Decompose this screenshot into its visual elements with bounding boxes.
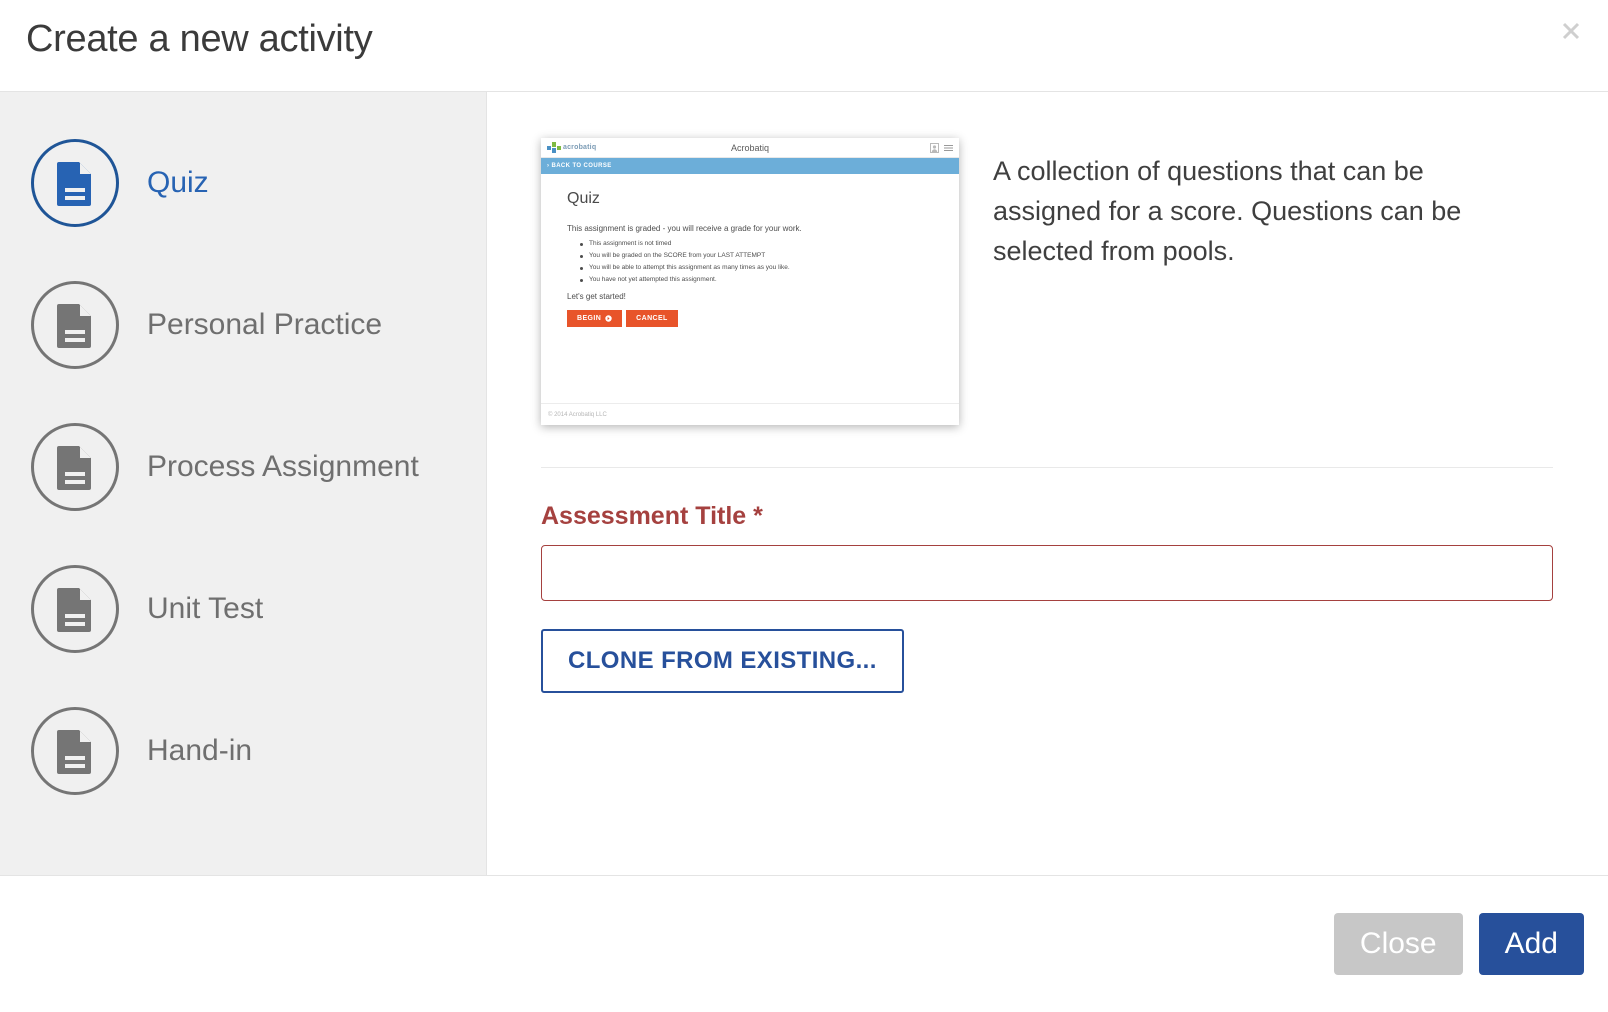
preview-and-description-row: acrobatiq Acrobatiq › BACK TO COURSE Qui… [541,138,1553,425]
arrow-circle-icon [605,315,612,322]
list-item: You will be graded on the SCORE from you… [580,252,933,259]
clone-from-existing-button[interactable]: CLONE FROM EXISTING... [541,629,904,693]
activity-detail-pane: acrobatiq Acrobatiq › BACK TO COURSE Qui… [487,92,1608,875]
document-icon [31,423,119,511]
assessment-title-label: Assessment Title * [541,502,1553,531]
sidebar-item-process-assignment[interactable]: Process Assignment [0,396,486,538]
preview-topbar-icons [930,142,953,153]
modal-body: Quiz Personal Practice Process Assignmen… [0,92,1608,876]
preview-lets-get-started: Let's get started! [567,292,626,301]
hamburger-menu-icon [944,144,953,152]
preview-footer: © 2014 Acrobatiq LLC [541,403,959,425]
preview-back-to-course-bar[interactable]: › BACK TO COURSE [541,158,959,174]
list-item: This assignment is not timed [580,240,933,247]
preview-bullet-list: This assignment is not timed You will be… [567,240,933,283]
sidebar-item-quiz[interactable]: Quiz [0,112,486,254]
activity-type-sidebar: Quiz Personal Practice Process Assignmen… [0,92,487,875]
sidebar-item-label: Personal Practice [147,308,383,341]
create-activity-modal: Create a new activity Quiz Personal Prac… [0,0,1608,1012]
preview-content: Quiz This assignment is graded - you wil… [541,174,959,327]
sidebar-item-personal-practice[interactable]: Personal Practice [0,254,486,396]
activity-preview-thumbnail: acrobatiq Acrobatiq › BACK TO COURSE Qui… [541,138,959,425]
document-icon [31,565,119,653]
sidebar-item-label: Unit Test [147,592,264,625]
close-button[interactable]: Close [1333,913,1463,975]
required-asterisk: * [753,502,763,530]
document-icon [31,707,119,795]
preview-begin-label: BEGIN [577,315,602,322]
page-title: Create a new activity [26,18,373,60]
back-to-course-label: › BACK TO COURSE [547,163,612,169]
assessment-title-label-text: Assessment Title [541,502,747,530]
sidebar-item-hand-in[interactable]: Hand-in [0,680,486,822]
modal-footer: Close Add [0,876,1608,1012]
preview-lead-text: This assignment is graded - you will rec… [567,224,802,233]
sidebar-item-label: Hand-in [147,734,253,767]
activity-description: A collection of questions that can be as… [993,156,1462,266]
sidebar-item-unit-test[interactable]: Unit Test [0,538,486,680]
preview-begin-button: BEGIN [567,310,623,327]
sidebar-item-label: Process Assignment [147,450,419,483]
list-item: You have not yet attempted this assignme… [580,276,933,283]
add-button[interactable]: Add [1478,913,1584,975]
close-icon[interactable] [1556,16,1586,46]
preview-cancel-button: CANCEL [626,310,678,327]
sidebar-item-label: Quiz [147,166,209,199]
preview-topbar: acrobatiq Acrobatiq [541,138,959,158]
preview-app-title: Acrobatiq [730,142,770,153]
assessment-title-input[interactable] [541,545,1553,601]
preview-copyright: © 2014 Acrobatiq LLC [548,411,607,418]
activity-form: Assessment Title * CLONE FROM EXISTING..… [541,468,1553,693]
modal-header: Create a new activity [0,0,1608,92]
preview-action-buttons: BEGIN CANCEL [567,310,933,327]
document-icon [31,281,119,369]
list-item: You will be able to attempt this assignm… [580,264,933,271]
user-avatar-icon [930,142,939,153]
preview-heading: Quiz [567,190,600,207]
document-icon [31,139,119,227]
